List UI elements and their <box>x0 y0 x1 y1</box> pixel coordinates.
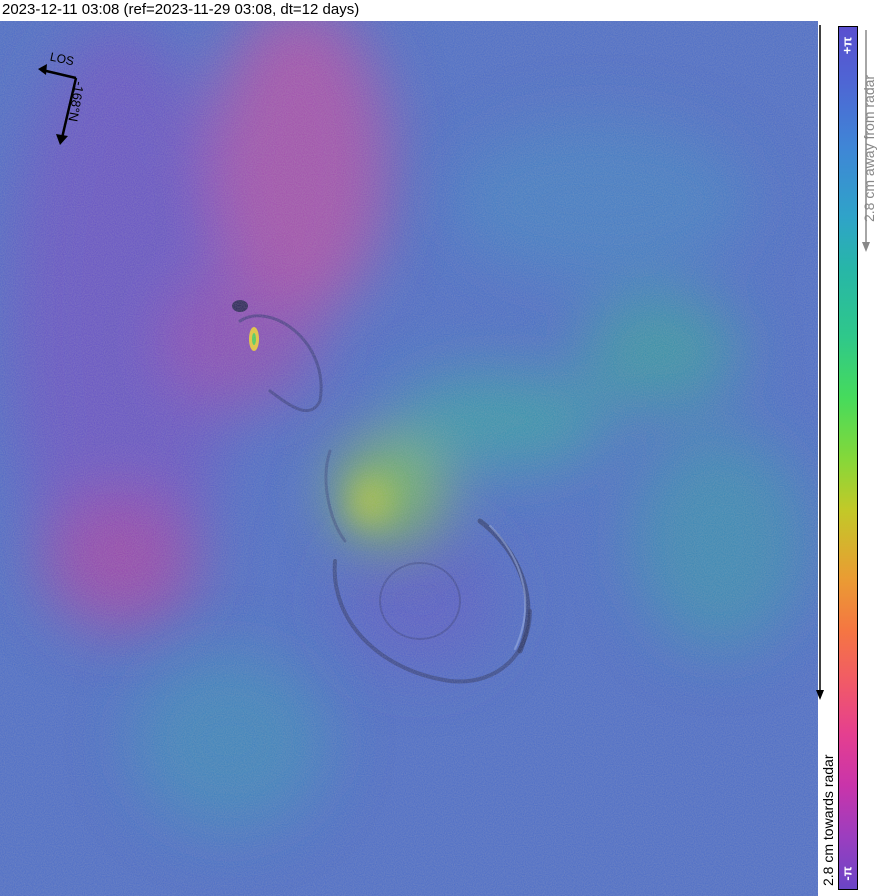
map-canvas <box>0 21 818 896</box>
phase-colorbar <box>838 26 858 890</box>
away-from-radar-label: 2.8 cm away from radar <box>861 74 877 222</box>
colorbar-top-label: +π <box>839 36 855 55</box>
colorbar-arrows-toward <box>816 25 824 700</box>
towards-radar-label: 2.8 cm towards radar <box>820 754 836 887</box>
image-title: 2023-12-11 03:08 (ref=2023-11-29 03:08, … <box>2 1 360 18</box>
colorbar-bottom-label: -π <box>839 866 855 881</box>
interferogram-map[interactable] <box>0 21 818 896</box>
hillshade-texture <box>0 21 818 896</box>
